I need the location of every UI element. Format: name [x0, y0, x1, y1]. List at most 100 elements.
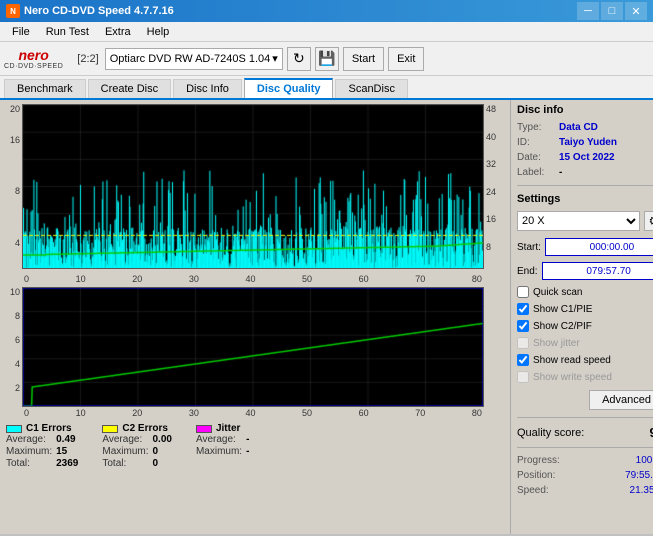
advanced-button[interactable]: Advanced [589, 390, 653, 410]
legend-jitter: Jitter Average: - Maximum: - [196, 423, 249, 469]
menu-extra[interactable]: Extra [97, 24, 139, 40]
chart-area: 201684 01020304050607080 48403224168 108… [0, 100, 510, 534]
show-read-speed-label: Show read speed [533, 355, 611, 366]
right-panel: Disc info Type: Data CD ID: Taiyo Yuden … [510, 100, 653, 534]
legend: C1 Errors Average: 0.49 Maximum: 15 Tota… [4, 419, 506, 473]
tab-create-disc[interactable]: Create Disc [88, 79, 171, 98]
c1-color-swatch [6, 425, 22, 433]
minimize-button[interactable]: ─ [577, 2, 599, 20]
jitter-avg-label: Average: [196, 434, 242, 445]
c2-total-label: Total: [102, 458, 148, 469]
exit-button[interactable]: Exit [388, 47, 424, 71]
separator-2 [517, 417, 653, 418]
c1-total-label: Total: [6, 458, 52, 469]
drive-selector[interactable]: Optiarc DVD RW AD-7240S 1.04 ▾ [105, 48, 283, 70]
tab-scan-disc[interactable]: ScanDisc [335, 79, 407, 98]
nero-logo: nero CD·DVD·SPEED [4, 47, 63, 70]
speed-label: Speed: [517, 485, 549, 496]
jitter-color-swatch [196, 425, 212, 433]
progress-row: Progress: 100 % [517, 455, 653, 466]
start-label: Start: [517, 242, 541, 253]
show-write-speed-row: Show write speed [517, 371, 653, 383]
c1-avg-val: 0.49 [56, 434, 78, 445]
chart-bottom [22, 287, 484, 407]
start-input[interactable] [545, 238, 653, 256]
quick-scan-row: Quick scan [517, 286, 653, 298]
toolbar: nero CD·DVD·SPEED [2:2] Optiarc DVD RW A… [0, 42, 653, 76]
jitter-max-label: Maximum: [196, 446, 242, 457]
id-key: ID: [517, 137, 555, 148]
drive-name: Optiarc DVD RW AD-7240S 1.04 [110, 53, 271, 65]
menu-help[interactable]: Help [139, 24, 178, 40]
show-jitter-checkbox[interactable] [517, 337, 529, 349]
x-axis-bottom: 01020304050607080 [22, 407, 484, 419]
app-icon: N [6, 4, 20, 18]
speed-row: Speed: 21.35 X [517, 485, 653, 496]
tab-disc-quality[interactable]: Disc Quality [244, 78, 334, 98]
x-axis-top: 01020304050607080 [22, 273, 484, 285]
maximize-button[interactable]: □ [601, 2, 623, 20]
legend-c2: C2 Errors Average: 0.00 Maximum: 0 Total… [102, 423, 172, 469]
y-axis-left-top: 201684 [4, 104, 22, 269]
c1-max-val: 15 [56, 446, 78, 457]
menu-run-test[interactable]: Run Test [38, 24, 97, 40]
start-button[interactable]: Start [343, 47, 384, 71]
tab-bar: Benchmark Create Disc Disc Info Disc Qua… [0, 76, 653, 100]
quick-scan-checkbox[interactable] [517, 286, 529, 298]
date-val: 15 Oct 2022 [559, 152, 615, 163]
show-c2pif-checkbox[interactable] [517, 320, 529, 332]
close-button[interactable]: ✕ [625, 2, 647, 20]
c1-total-val: 2369 [56, 458, 78, 469]
show-read-speed-checkbox[interactable] [517, 354, 529, 366]
id-val: Taiyo Yuden [559, 137, 617, 148]
show-write-speed-label: Show write speed [533, 372, 612, 383]
position-row: Position: 79:55.61 [517, 470, 653, 481]
c2-label: C2 Errors [122, 423, 168, 434]
show-c2pif-row: Show C2/PIF [517, 320, 653, 332]
jitter-label: Jitter [216, 423, 240, 434]
jitter-avg-val: - [246, 434, 249, 445]
progress-label: Progress: [517, 455, 560, 466]
show-write-speed-checkbox[interactable] [517, 371, 529, 383]
settings-icon-btn[interactable]: ⚙ [644, 211, 653, 231]
type-val: Data CD [559, 122, 598, 133]
show-jitter-label: Show jitter [533, 338, 580, 349]
date-key: Date: [517, 152, 555, 163]
disc-info-title: Disc info [517, 104, 653, 116]
chart-top [22, 104, 484, 269]
title-bar: N Nero CD-DVD Speed 4.7.7.16 ─ □ ✕ [0, 0, 653, 22]
tab-benchmark[interactable]: Benchmark [4, 79, 86, 98]
speed-val: 21.35 X [630, 485, 653, 496]
show-c1pie-checkbox[interactable] [517, 303, 529, 315]
end-row: End: [517, 262, 653, 280]
end-label: End: [517, 266, 538, 277]
c2-avg-label: Average: [102, 434, 148, 445]
quick-scan-label: Quick scan [533, 287, 582, 298]
app-title: Nero CD-DVD Speed 4.7.7.16 [24, 5, 174, 17]
c1-avg-label: Average: [6, 434, 52, 445]
save-icon-btn[interactable]: 💾 [315, 47, 339, 71]
tab-disc-info[interactable]: Disc Info [173, 79, 242, 98]
show-jitter-row: Show jitter [517, 337, 653, 349]
refresh-icon-btn[interactable]: ↻ [287, 47, 311, 71]
main-content: 201684 01020304050607080 48403224168 108… [0, 100, 653, 534]
quality-score-label: Quality score: [517, 427, 584, 439]
position-val: 79:55.61 [625, 470, 653, 481]
menu-bar: File Run Test Extra Help [0, 22, 653, 42]
c1-max-label: Maximum: [6, 446, 52, 457]
show-read-speed-row: Show read speed [517, 354, 653, 366]
y-axis-left-bottom: 108642 [4, 287, 22, 407]
speed-settings-row: 20 X ⚙ [517, 211, 653, 231]
y-axis-right-top: 48403224168 [484, 104, 506, 269]
label-val: - [559, 167, 562, 178]
start-row: Start: [517, 238, 653, 256]
progress-val: 100 % [636, 455, 653, 466]
menu-file[interactable]: File [4, 24, 38, 40]
end-input[interactable] [542, 262, 653, 280]
jitter-max-val: - [246, 446, 249, 457]
c1-label: C1 Errors [26, 423, 72, 434]
c2-color-swatch [102, 425, 118, 433]
show-c1pie-row: Show C1/PIE [517, 303, 653, 315]
speed-select[interactable]: 20 X [517, 211, 640, 231]
quality-score-val: 98 [650, 425, 653, 440]
